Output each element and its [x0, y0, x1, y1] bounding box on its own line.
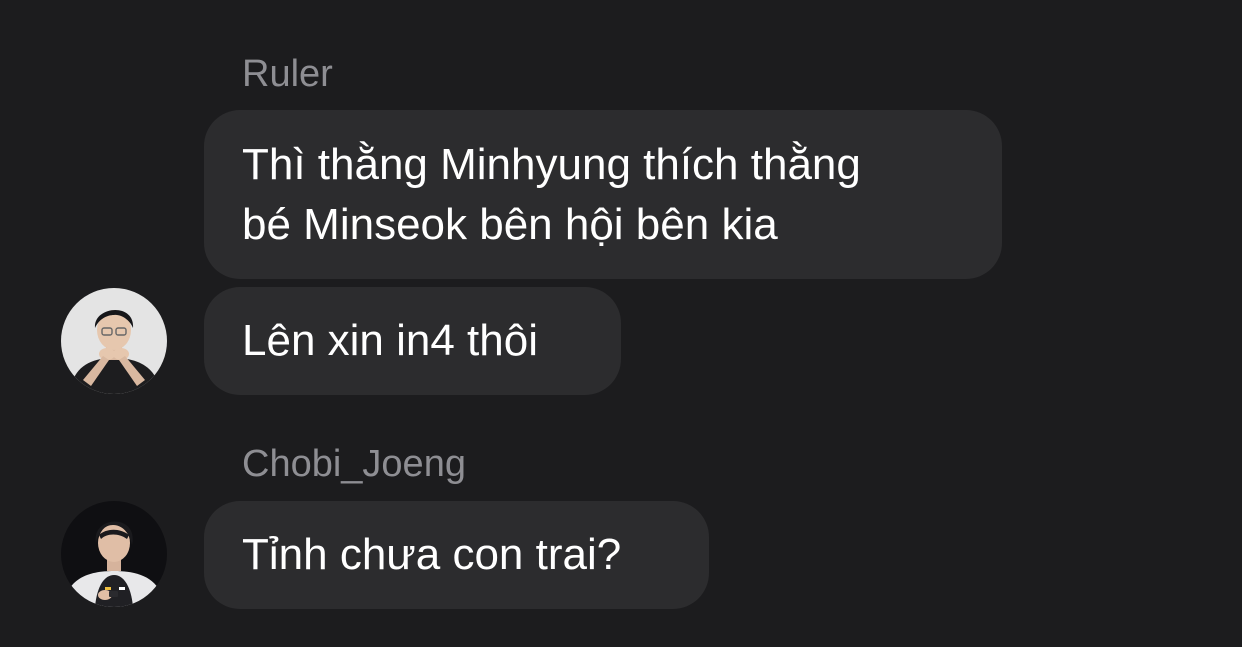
message-bubble[interactable]: Thì thằng Minhyung thích thằng bé Minseo… [204, 110, 1002, 279]
sender-name: Chobi_Joeng [242, 443, 466, 485]
message-line: Lên xin in4 thôi [242, 316, 538, 365]
chat-thread: Ruler Thì thằng Minhyung thích thằng bé … [0, 0, 1242, 647]
message-bubble[interactable]: Tỉnh chưa con trai? [204, 501, 709, 609]
message-bubble[interactable]: Lên xin in4 thôi [204, 287, 621, 395]
avatar-icon[interactable] [61, 501, 167, 607]
avatar-icon[interactable] [61, 288, 167, 394]
message-line: bé Minseok bên hội bên kia [242, 199, 778, 249]
message-line: Tỉnh chưa con trai? [242, 530, 622, 579]
message-line: Thì thằng Minhyung thích thằng [242, 139, 861, 189]
sender-name: Ruler [242, 53, 333, 95]
